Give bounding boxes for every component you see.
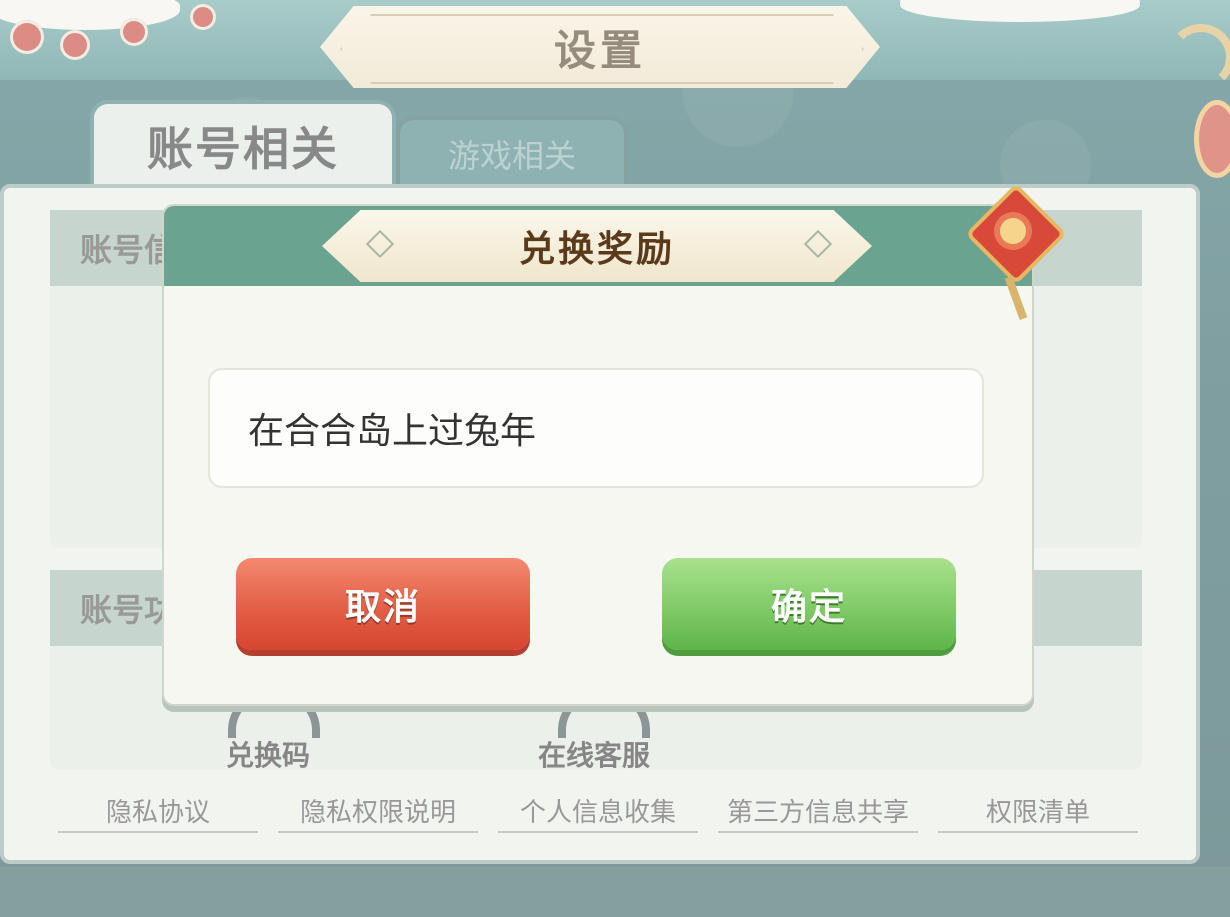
cancel-button[interactable]: 取消 (236, 558, 530, 650)
settings-screen: 设置 账号相关 游戏相关 账号信 账号功 兑换码 在线客服 隐私协议 隐私权限说… (0, 0, 1230, 917)
cancel-button-label: 取消 (344, 587, 421, 628)
confirm-button-label: 确定 (770, 587, 847, 628)
redeem-dialog: 兑换奖励 在合合岛上过兔年 取消 确定 (162, 204, 1034, 706)
flower-icon (1000, 218, 1026, 244)
dialog-title-plate: 兑换奖励 (322, 210, 872, 282)
dialog-title: 兑换奖励 (518, 229, 675, 270)
confirm-button[interactable]: 确定 (662, 558, 956, 650)
redeem-code-input[interactable]: 在合合岛上过兔年 (208, 368, 984, 488)
